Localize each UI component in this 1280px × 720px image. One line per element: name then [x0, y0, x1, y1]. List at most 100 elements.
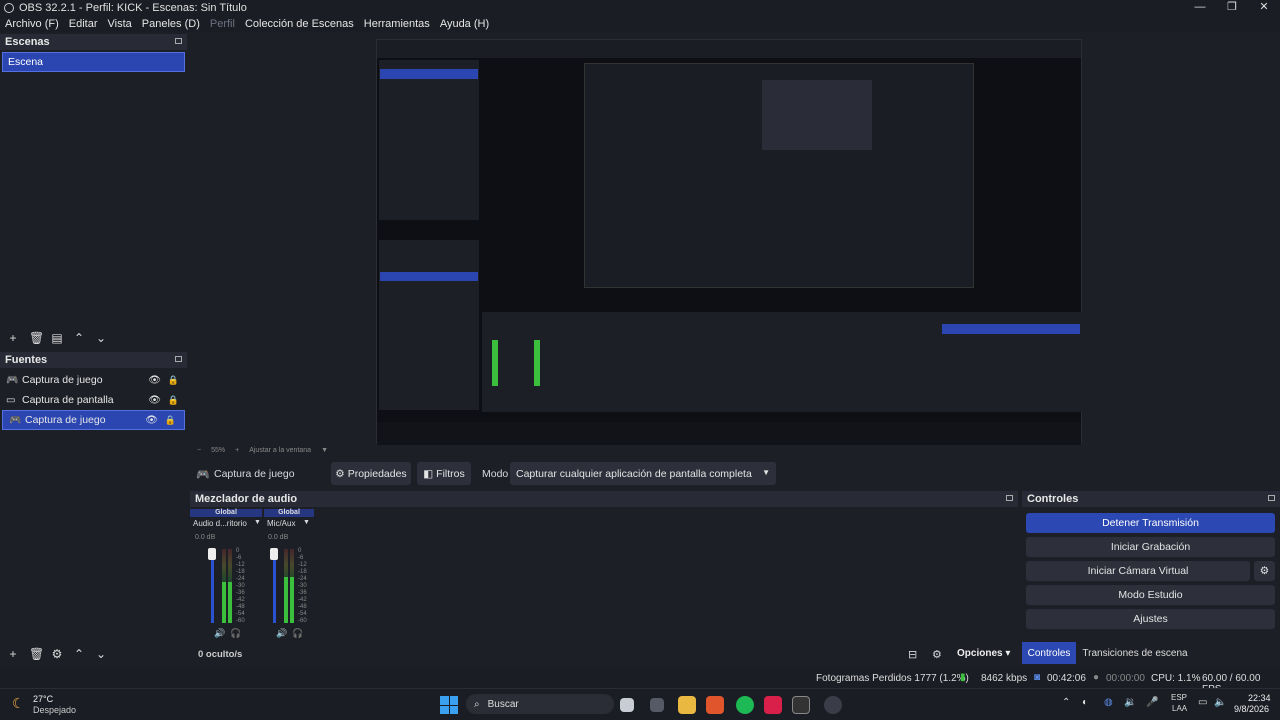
headphones-icon[interactable]: 🎧	[230, 628, 241, 639]
move-down-icon[interactable]: ⌄	[95, 331, 107, 345]
network-icon[interactable]: ▭	[1198, 697, 1207, 708]
tray-chevron-icon[interactable]: ⌃	[1062, 697, 1070, 708]
chrome-icon[interactable]	[824, 696, 842, 714]
properties-button[interactable]: ⚙ Propiedades	[331, 462, 411, 485]
start-recording-button[interactable]: Iniciar Grabación	[1026, 537, 1275, 557]
lang-top[interactable]: ESP	[1171, 693, 1187, 702]
meter-tick: -6	[236, 555, 242, 561]
task-view-icon[interactable]	[620, 698, 634, 712]
fit-window-label[interactable]: Ajustar a la ventana	[249, 447, 311, 454]
spotify-icon[interactable]	[736, 696, 754, 714]
channel-menu-icon[interactable]: ▼	[303, 519, 310, 526]
add-icon[interactable]: +	[7, 647, 19, 661]
menu-archivo[interactable]: Archivo (F)	[0, 18, 64, 30]
taskbar-search[interactable]: ⌕ Buscar	[466, 694, 614, 714]
tab-controls[interactable]: Controles	[1022, 642, 1076, 664]
tray-vpn-icon[interactable]: ◍	[1104, 697, 1113, 708]
filter-icon[interactable]: ▤	[51, 331, 63, 345]
channel-menu-icon[interactable]: ▼	[254, 519, 261, 526]
volume-slider-handle[interactable]	[208, 548, 216, 560]
menu-paneles[interactable]: Paneles (D)	[137, 18, 205, 30]
xbox-icon[interactable]	[650, 698, 664, 712]
app-icon[interactable]	[764, 696, 782, 714]
volume-slider-track[interactable]	[211, 549, 214, 623]
headphones-icon[interactable]: 🎧	[292, 628, 303, 639]
source-item[interactable]: 🎮 Captura de juego 👁 🔒	[0, 370, 187, 390]
mic-icon[interactable]: 🎤	[1146, 697, 1158, 708]
options-button[interactable]: Opciones ▾	[957, 648, 1010, 659]
virtual-camera-button[interactable]: Iniciar Cámara Virtual	[1026, 561, 1250, 581]
clock-time[interactable]: 22:34	[1248, 693, 1271, 703]
close-button[interactable]: ✕	[1248, 0, 1280, 16]
maximize-button[interactable]: ❐	[1216, 0, 1248, 16]
speaker-icon[interactable]: 🔊	[276, 628, 287, 639]
float-icon[interactable]	[175, 356, 182, 362]
meter-tick: -24	[298, 576, 307, 582]
weather-desc[interactable]: Despejado	[33, 705, 76, 715]
menu-perfil[interactable]: Perfil	[205, 18, 240, 30]
menu-editar[interactable]: Editar	[64, 18, 103, 30]
lock-icon[interactable]: 🔒	[168, 395, 179, 406]
volume-icon[interactable]: 🔉	[1124, 697, 1136, 708]
float-icon[interactable]	[1006, 495, 1013, 501]
tab-transitions[interactable]: Transiciones de escena	[1080, 642, 1190, 664]
zoom-dropdown-icon[interactable]: ▼	[321, 447, 328, 454]
brave-icon[interactable]	[706, 696, 724, 714]
volume-slider-track[interactable]	[273, 549, 276, 623]
menu-herramientas[interactable]: Herramientas	[359, 18, 435, 30]
source-item-selected[interactable]: 🎮 Captura de juego 👁 🔒	[2, 410, 185, 430]
source-item[interactable]: ▭ Captura de pantalla 👁 🔒	[0, 390, 187, 410]
mixer-settings-icon[interactable]: ⚙	[932, 648, 942, 661]
weather-temp[interactable]: 27°C	[33, 694, 53, 704]
float-icon[interactable]	[1268, 495, 1275, 501]
meter-tick: -48	[298, 604, 307, 610]
mode-select[interactable]: Capturar cualquier aplicación de pantall…	[510, 462, 776, 485]
zoom-out-button[interactable]: −	[197, 447, 201, 454]
float-icon[interactable]	[175, 38, 182, 44]
move-up-icon[interactable]: ⌃	[73, 647, 85, 661]
minimize-button[interactable]: —	[1184, 0, 1216, 16]
channel-group-label: Global	[190, 509, 262, 517]
stop-stream-button[interactable]: Detener Transmisión	[1026, 513, 1275, 533]
obs-logo-icon	[4, 3, 14, 13]
speaker-tray-icon[interactable]: 🔈	[1214, 697, 1226, 708]
menu-ayuda[interactable]: Ayuda (H)	[435, 18, 494, 30]
trash-icon[interactable]: 🗑	[29, 331, 44, 345]
hidden-count: 0 oculto/s	[198, 649, 243, 660]
gear-icon[interactable]: ⚙	[51, 647, 63, 661]
volume-slider-handle[interactable]	[270, 548, 278, 560]
move-down-icon[interactable]: ⌄	[95, 647, 107, 661]
menu-vista[interactable]: Vista	[103, 18, 137, 30]
mixer-title: Mezclador de audio	[195, 493, 298, 505]
lang-bottom[interactable]: LAA	[1172, 704, 1187, 713]
move-up-icon[interactable]: ⌃	[73, 331, 85, 345]
trash-icon[interactable]: 🗑	[29, 647, 44, 661]
settings-button[interactable]: Ajustes	[1026, 609, 1275, 629]
meter-tick: -60	[298, 618, 307, 624]
speaker-icon[interactable]: 🔊	[214, 628, 225, 639]
lock-icon[interactable]: 🔒	[168, 375, 179, 386]
add-icon[interactable]: +	[7, 331, 19, 345]
file-explorer-icon[interactable]	[678, 696, 696, 714]
gear-icon[interactable]: ⚙	[1254, 561, 1275, 581]
meter-tick: -12	[236, 562, 245, 568]
preview-canvas[interactable]	[193, 34, 1275, 445]
sources-title: Fuentes	[5, 354, 48, 366]
moon-icon[interactable]: ☾	[12, 695, 25, 712]
layout-icon[interactable]: ⊟	[908, 648, 917, 661]
scene-item-escena[interactable]: Escena	[2, 52, 185, 72]
lock-icon[interactable]: 🔒	[165, 415, 176, 426]
menu-coleccion[interactable]: Colección de Escenas	[240, 18, 359, 30]
studio-mode-button[interactable]: Modo Estudio	[1026, 585, 1275, 605]
filters-button[interactable]: ◧ Filtros	[417, 462, 471, 485]
clock-date[interactable]: 9/8/2026	[1234, 704, 1269, 714]
obs-taskbar-icon[interactable]	[792, 696, 810, 714]
windows-start-icon[interactable]	[440, 696, 458, 714]
eye-icon[interactable]: 👁	[145, 415, 158, 426]
meter-level	[222, 582, 226, 623]
tray-app-icon[interactable]: ◐	[1082, 697, 1088, 708]
eye-icon[interactable]: 👁	[148, 375, 161, 386]
zoom-in-button[interactable]: +	[235, 447, 239, 454]
eye-icon[interactable]: 👁	[148, 395, 161, 406]
channel-name: Audio d...ritorio	[193, 519, 247, 528]
